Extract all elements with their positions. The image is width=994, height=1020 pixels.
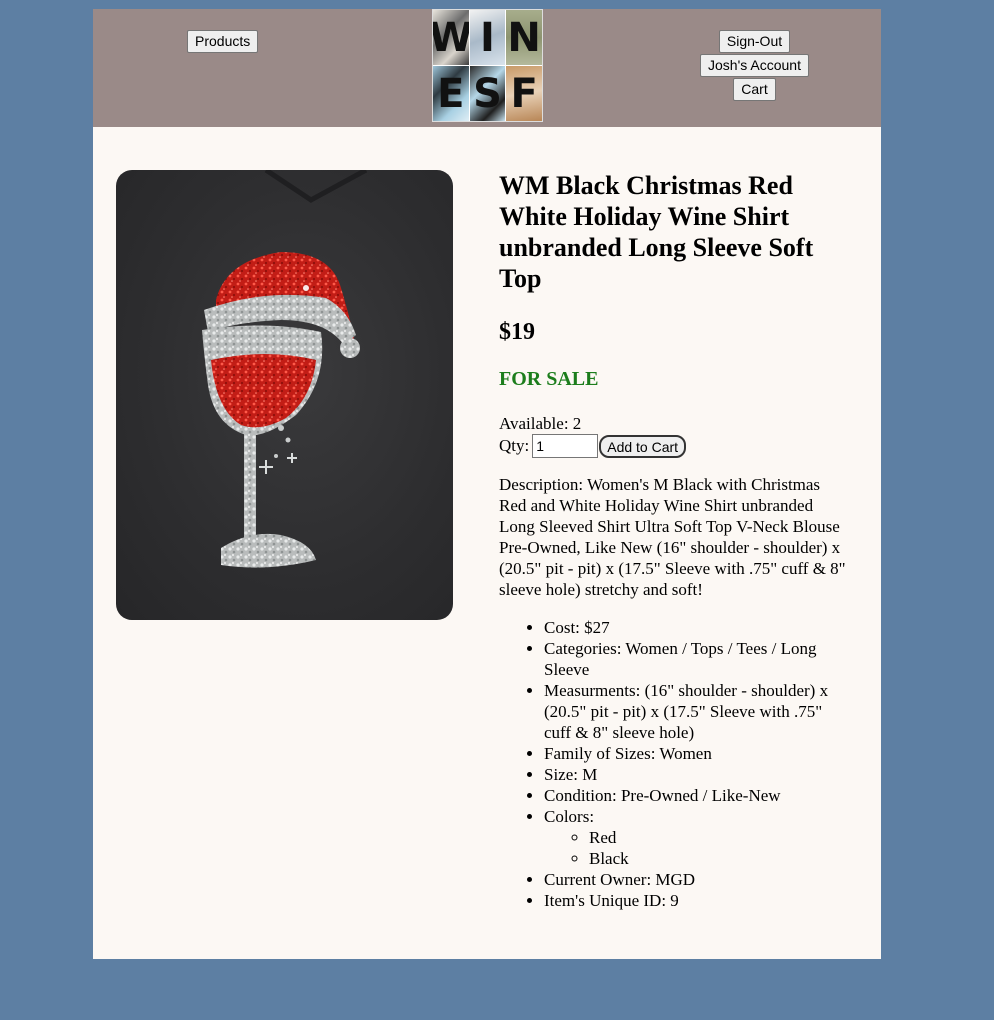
- logo-tile: S: [469, 66, 506, 121]
- detail-size: Size: M: [544, 764, 851, 785]
- availability-text: Available: 2: [499, 414, 582, 433]
- site-logo[interactable]: W I N E S F: [432, 9, 543, 122]
- qty-label: Qty:: [499, 436, 530, 455]
- product-description: Description: Women's M Black with Christ…: [499, 475, 846, 599]
- colors-label: Colors:: [544, 807, 595, 826]
- add-to-cart-button[interactable]: Add to Cart: [599, 434, 687, 458]
- quantity-input[interactable]: [532, 434, 599, 458]
- sale-status: FOR SALE: [499, 368, 599, 390]
- account-button[interactable]: Josh's Account: [700, 54, 809, 77]
- page-container: Products W I N E S F Sign-Out Josh's Acc…: [93, 9, 881, 959]
- product-info: WM Black Christmas Red White Holiday Win…: [499, 170, 851, 911]
- detail-condition: Condition: Pre-Owned / Like-New: [544, 785, 851, 806]
- product-title: WM Black Christmas Red White Holiday Win…: [499, 171, 814, 293]
- logo-letter: I: [480, 14, 495, 61]
- products-button[interactable]: Products: [187, 30, 259, 53]
- logo-letter: S: [473, 70, 502, 117]
- colors-list: Red Black: [544, 827, 851, 869]
- detail-family: Family of Sizes: Women: [544, 743, 851, 764]
- detail-unique-id: Item's Unique ID: 9: [544, 890, 851, 911]
- color-item: Black: [589, 848, 851, 869]
- site-header: Products W I N E S F Sign-Out Josh's Acc…: [93, 9, 881, 127]
- detail-measurements: Measurments: (16" shoulder - shoulder) x…: [544, 680, 851, 743]
- logo-tile: F: [506, 66, 542, 121]
- detail-categories: Categories: Women / Tops / Tees / Long S…: [544, 638, 851, 680]
- logo-tile: E: [433, 66, 469, 121]
- logo-letter: N: [507, 14, 541, 61]
- logo-tile: I: [469, 10, 506, 65]
- product-price: $19: [499, 319, 535, 345]
- quantity-row: Qty: Add to Cart: [499, 434, 851, 458]
- account-nav: Sign-Out Josh's Account Cart: [696, 30, 813, 101]
- signout-button[interactable]: Sign-Out: [718, 30, 791, 53]
- detail-cost: Cost: $27: [544, 617, 851, 638]
- color-item: Red: [589, 827, 851, 848]
- logo-tile: W: [433, 10, 469, 65]
- product-details-list: Cost: $27 Categories: Women / Tops / Tee…: [499, 617, 851, 911]
- logo-letter: E: [437, 70, 465, 117]
- wine-shirt-illustration: [202, 170, 368, 568]
- detail-owner: Current Owner: MGD: [544, 869, 851, 890]
- cart-button[interactable]: Cart: [733, 78, 776, 101]
- logo-letter: W: [433, 14, 469, 61]
- detail-colors: Colors: Red Black: [544, 806, 851, 869]
- product-image: [116, 170, 453, 620]
- logo-letter: F: [510, 70, 538, 117]
- logo-tile: N: [506, 10, 542, 65]
